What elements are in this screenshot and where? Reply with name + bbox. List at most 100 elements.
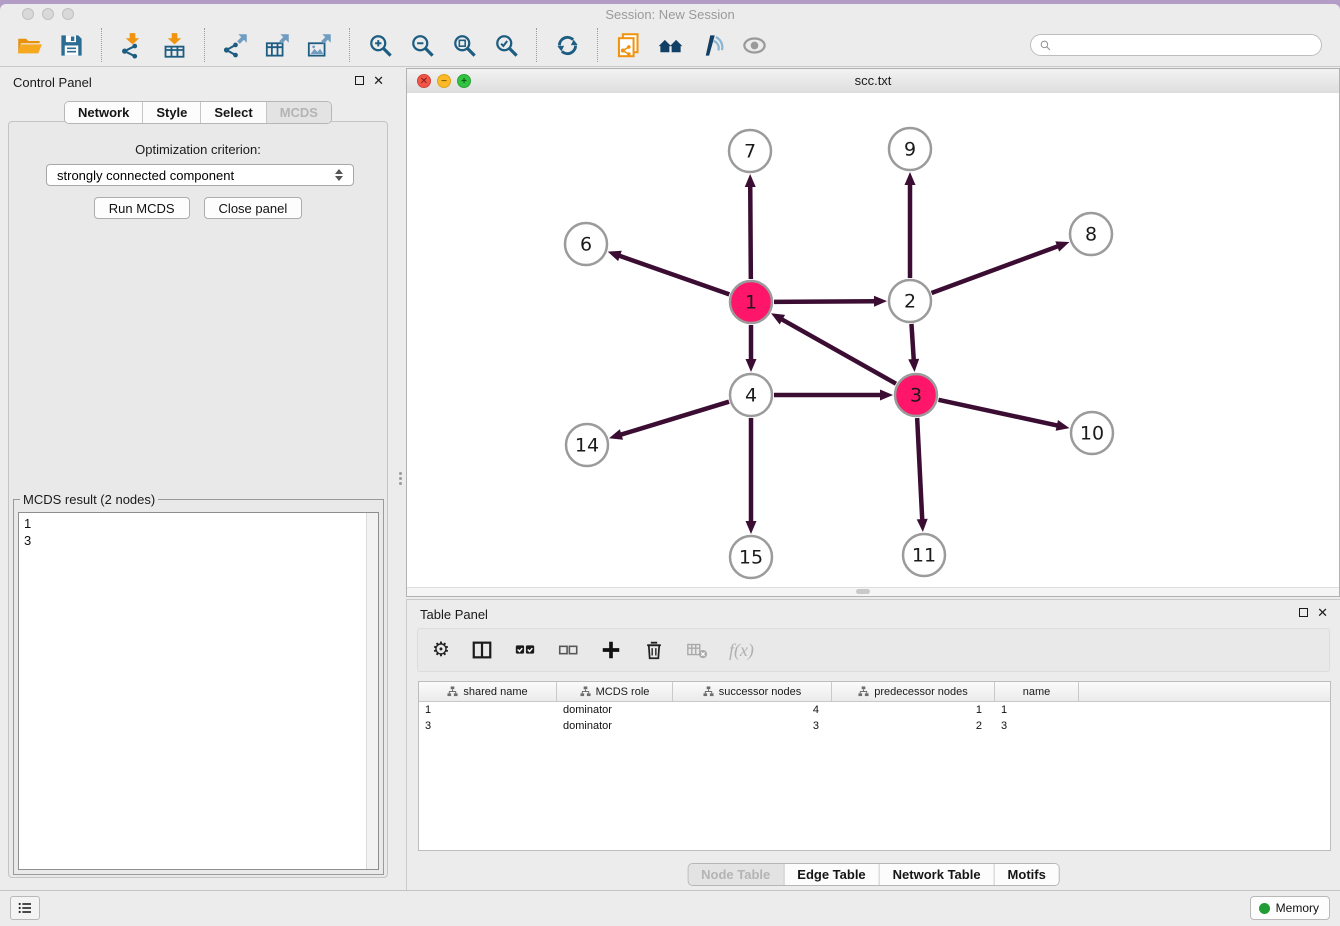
edge-2-3[interactable]: [911, 324, 913, 361]
mcds-result-textarea[interactable]: 13: [18, 512, 379, 870]
network-hscroll-thumb[interactable]: [856, 589, 870, 594]
node-9[interactable]: 9: [889, 128, 931, 170]
export-table-button[interactable]: [258, 27, 296, 63]
show-columns-button[interactable]: [471, 639, 493, 661]
import-table-button[interactable]: [155, 27, 193, 63]
refresh-network-button[interactable]: [548, 27, 586, 63]
edge-1-7[interactable]: [750, 185, 751, 279]
tab-mcds[interactable]: MCDS: [267, 102, 331, 123]
table-panel-float-icon[interactable]: [1299, 608, 1308, 617]
table-cell: 1: [419, 704, 557, 716]
control-panel: Control Panel ✕ NetworkStyleSelectMCDS O…: [0, 68, 396, 891]
zoom-out-button[interactable]: [403, 27, 441, 63]
select-all-columns-button[interactable]: [514, 639, 536, 661]
control-panel-close-icon[interactable]: ✕: [373, 76, 384, 85]
create-column-button[interactable]: [600, 639, 622, 661]
table-tab-motifs[interactable]: Motifs: [995, 864, 1059, 885]
table-cell: 2: [832, 720, 995, 732]
table-tab-edge-table[interactable]: Edge Table: [784, 864, 879, 885]
tab-select[interactable]: Select: [201, 102, 266, 123]
node-6[interactable]: 6: [565, 223, 607, 265]
node-2[interactable]: 2: [889, 280, 931, 322]
zoom-in-button[interactable]: [361, 27, 399, 63]
node-4[interactable]: 4: [730, 374, 772, 416]
edge-3-11[interactable]: [917, 418, 922, 521]
column-header-successor-nodes[interactable]: successor nodes: [673, 682, 832, 701]
network-canvas[interactable]: 7 9 6 8 1 2 4 3 14 10 15 11: [407, 93, 1339, 588]
search-box[interactable]: [1030, 34, 1322, 56]
edge-3-1[interactable]: [781, 319, 896, 384]
task-history-button[interactable]: [10, 896, 40, 920]
main-titlebar: Session: New Session: [0, 4, 1340, 24]
run-mcds-button[interactable]: Run MCDS: [94, 197, 190, 219]
table-cell: dominator: [557, 720, 673, 732]
zoom-selected-button[interactable]: [487, 27, 525, 63]
column-type-icon: [858, 686, 869, 697]
node-1[interactable]: 1: [730, 281, 772, 323]
close-panel-button[interactable]: Close panel: [204, 197, 303, 219]
table-row[interactable]: 3dominator323: [419, 718, 1330, 734]
node-11[interactable]: 11: [903, 534, 945, 576]
network-file-button[interactable]: [609, 27, 647, 63]
tab-style[interactable]: Style: [143, 102, 201, 123]
edge-3-10[interactable]: [938, 400, 1058, 426]
import-network-button[interactable]: [113, 27, 151, 63]
column-header-name[interactable]: name: [995, 682, 1079, 701]
edge-arrow-2-3: [908, 359, 919, 372]
svg-text:9: 9: [904, 139, 916, 161]
table-row[interactable]: 1dominator411: [419, 702, 1330, 718]
table-toolbar: ⚙f(x): [417, 628, 1330, 672]
delete-columns-icon: [643, 639, 665, 661]
edge-arrow-4-15: [746, 521, 757, 534]
column-header-predecessor-nodes[interactable]: predecessor nodes: [832, 682, 995, 701]
zoom-fit-button[interactable]: [445, 27, 483, 63]
save-session-icon: [58, 32, 85, 59]
column-header-mcds-role[interactable]: MCDS role: [557, 682, 673, 701]
toolbar-separator: [349, 28, 350, 62]
save-session-button[interactable]: [52, 27, 90, 63]
window-title: Session: New Session: [0, 7, 1340, 22]
memory-status-icon: [1259, 903, 1270, 914]
network-view-window: ✕ − + scc.txt 7968124314101511: [406, 68, 1340, 597]
node-14[interactable]: 14: [566, 424, 608, 466]
result-scrollbar[interactable]: [366, 513, 378, 869]
export-network-button[interactable]: [216, 27, 254, 63]
edge-arrow-4-14: [609, 429, 623, 440]
table-mode-gear-button[interactable]: ⚙: [432, 640, 450, 660]
edge-2-8[interactable]: [932, 246, 1060, 293]
memory-button[interactable]: Memory: [1250, 896, 1330, 920]
node-15[interactable]: 15: [730, 536, 772, 578]
tab-network[interactable]: Network: [65, 102, 143, 123]
control-panel-float-icon[interactable]: [355, 76, 364, 85]
vizmapper-button[interactable]: [693, 27, 731, 63]
column-type-icon: [580, 686, 591, 697]
edge-arrow-4-3: [880, 390, 893, 401]
memory-label: Memory: [1276, 901, 1319, 915]
column-header-label: predecessor nodes: [874, 686, 968, 698]
table-tab-network-table[interactable]: Network Table: [880, 864, 995, 885]
unselect-all-columns-button[interactable]: [557, 639, 579, 661]
search-input[interactable]: [1052, 37, 1313, 53]
home-button[interactable]: [651, 27, 689, 63]
table-tab-node-table[interactable]: Node Table: [688, 864, 784, 885]
edge-1-2[interactable]: [774, 301, 876, 302]
import-table-icon: [161, 32, 188, 59]
column-header-shared-name[interactable]: shared name: [419, 682, 557, 701]
export-image-button[interactable]: [300, 27, 338, 63]
toolbar-separator: [536, 28, 537, 62]
node-7[interactable]: 7: [729, 130, 771, 172]
node-8[interactable]: 8: [1070, 213, 1112, 255]
edge-4-14[interactable]: [620, 402, 729, 435]
node-10[interactable]: 10: [1071, 412, 1113, 454]
mcds-panel: Optimization criterion: strongly connect…: [8, 121, 388, 878]
edge-1-6[interactable]: [618, 255, 729, 294]
show-graphics-details-button[interactable]: [735, 27, 773, 63]
node-3[interactable]: 3: [895, 374, 937, 416]
optimization-criterion-label: Optimization criterion:: [9, 142, 387, 157]
table-panel-close-icon[interactable]: ✕: [1317, 608, 1328, 617]
panel-splitter[interactable]: [396, 68, 406, 891]
open-session-button[interactable]: [10, 27, 48, 63]
optimization-criterion-select[interactable]: strongly connected component: [46, 164, 354, 186]
delete-columns-button[interactable]: [643, 639, 665, 661]
svg-text:1: 1: [745, 292, 757, 314]
